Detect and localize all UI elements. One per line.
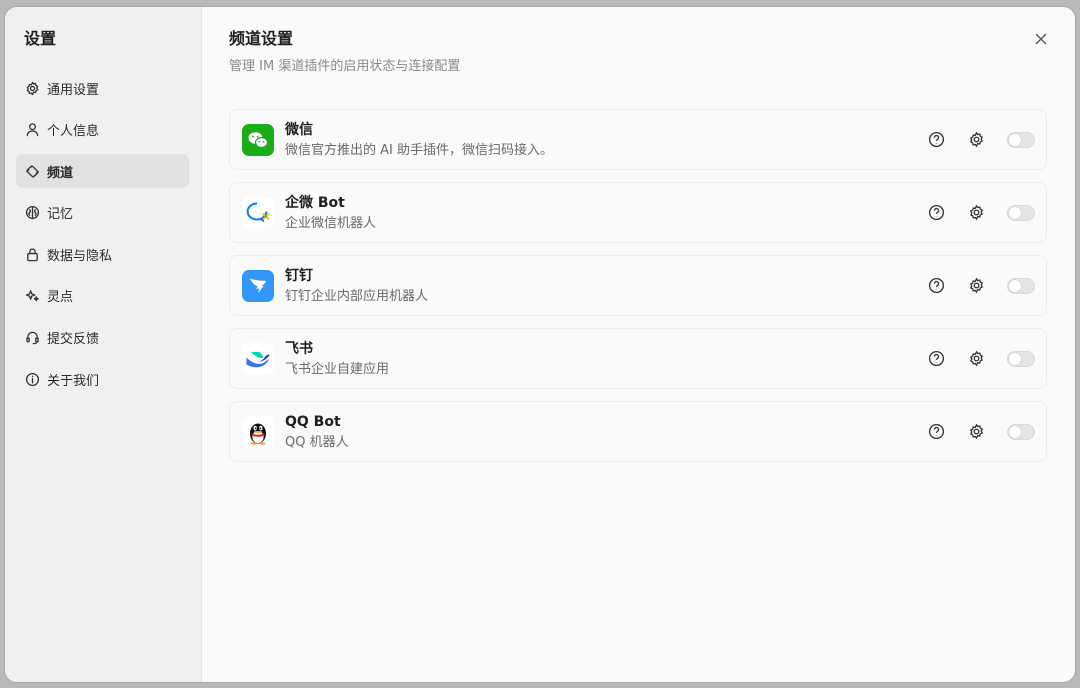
enable-toggle[interactable] (1007, 423, 1035, 440)
help-icon[interactable] (927, 423, 945, 441)
enable-toggle[interactable] (1007, 350, 1035, 367)
sidebar-item-about[interactable]: 关于我们 (16, 362, 189, 396)
channel-card-wechat: 微信 微信官方推出的 AI 助手插件，微信扫码接入。 (229, 109, 1047, 170)
wecom-logo (242, 196, 274, 229)
enable-toggle[interactable] (1007, 204, 1035, 221)
sidebar-title: 设置 (24, 29, 57, 48)
sidebar: 设置 通用设置 个人信息 频道 记忆 数据与隐私 灵点 提交反馈 关于我们 (5, 7, 202, 682)
sidebar-item-channels[interactable]: 频道 (16, 154, 189, 189)
channel-icon (24, 163, 40, 179)
sidebar-item-lingdian[interactable]: 灵点 (16, 279, 189, 313)
channel-list: 微信 微信官方推出的 AI 助手插件，微信扫码接入。 企微 Bot 企业微信机器… (229, 109, 1047, 462)
sidebar-item-label: 频道 (47, 165, 74, 181)
info-icon (24, 371, 40, 387)
settings-gear-icon[interactable] (967, 350, 985, 368)
page-subtitle: 管理 IM 渠道插件的启用状态与连接配置 (229, 59, 461, 74)
dingtalk-logo (242, 269, 274, 302)
settings-gear-icon[interactable] (967, 131, 985, 149)
sidebar-item-feedback[interactable]: 提交反馈 (16, 321, 189, 355)
sidebar-item-label: 提交反馈 (47, 332, 100, 348)
help-icon[interactable] (927, 350, 945, 368)
sidebar-item-label: 记忆 (47, 207, 74, 223)
settings-gear-icon[interactable] (967, 204, 985, 222)
settings-window: 设置 通用设置 个人信息 频道 记忆 数据与隐私 灵点 提交反馈 关于我们 频道… (5, 7, 1075, 682)
headset-icon (24, 330, 40, 346)
sidebar-item-label: 数据与隐私 (47, 248, 113, 264)
help-icon[interactable] (927, 131, 945, 149)
enable-toggle[interactable] (1007, 277, 1035, 294)
gear-icon (24, 80, 40, 96)
help-icon[interactable] (927, 204, 945, 222)
settings-gear-icon[interactable] (967, 277, 985, 295)
sidebar-item-label: 个人信息 (47, 124, 100, 140)
sidebar-item-memory[interactable]: 记忆 (16, 196, 189, 230)
sidebar-item-label: 关于我们 (47, 373, 100, 389)
sidebar-item-label: 灵点 (47, 290, 74, 306)
sidebar-item-profile[interactable]: 个人信息 (16, 113, 189, 147)
settings-gear-icon[interactable] (967, 423, 985, 441)
enable-toggle[interactable] (1007, 131, 1035, 148)
lock-icon (24, 246, 40, 262)
help-icon[interactable] (927, 277, 945, 295)
page-title: 频道设置 (229, 29, 294, 48)
wechat-logo (242, 123, 274, 156)
sidebar-item-privacy[interactable]: 数据与隐私 (16, 237, 189, 271)
sidebar-item-general[interactable]: 通用设置 (16, 71, 189, 105)
channel-card-dingtalk: 钉钉 钉钉企业内部应用机器人 (229, 255, 1047, 316)
channel-card-wecom: 企微 Bot 企业微信机器人 (229, 182, 1047, 243)
feishu-logo (242, 342, 274, 375)
sidebar-item-label: 通用设置 (47, 82, 100, 98)
channel-card-qq: QQ Bot QQ 机器人 (229, 401, 1047, 462)
close-icon[interactable] (1033, 31, 1049, 47)
sparkle-icon (24, 288, 40, 304)
main-panel: 频道设置 管理 IM 渠道插件的启用状态与连接配置 微信 微信官方推出的 AI … (202, 7, 1075, 682)
brain-icon (24, 205, 40, 221)
channel-card-feishu: 飞书 飞书企业自建应用 (229, 328, 1047, 389)
qq-logo (242, 415, 274, 448)
user-icon (24, 122, 40, 138)
